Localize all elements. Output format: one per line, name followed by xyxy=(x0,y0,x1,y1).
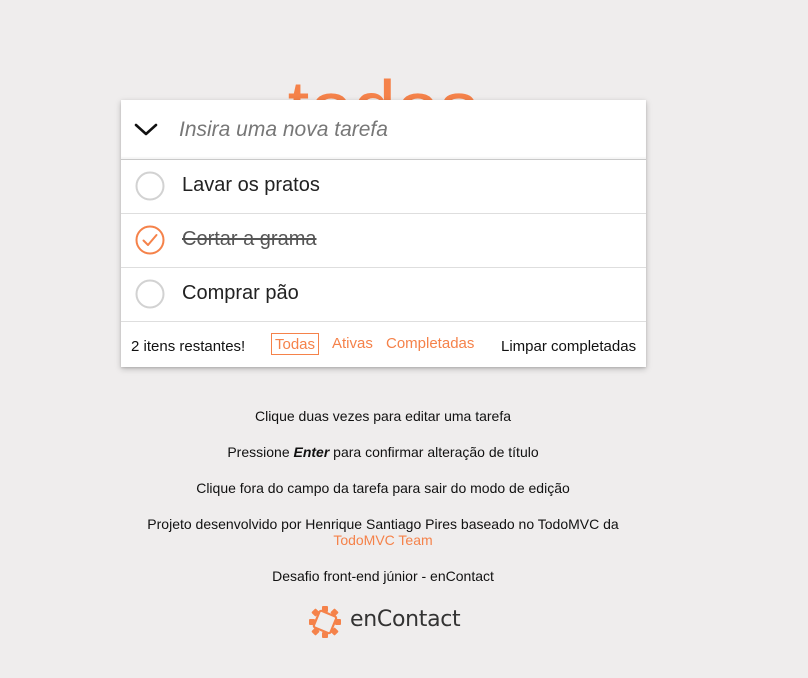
encontact-brand: enContact xyxy=(308,604,468,640)
filter-all[interactable]: Todas xyxy=(271,333,320,355)
clear-completed-button[interactable]: Limpar completadas xyxy=(501,338,636,355)
checkbox-checked-icon[interactable] xyxy=(135,225,165,255)
todo-label: Lavar os pratos xyxy=(182,174,320,196)
todo-footer: 2 itens restantes! Todas Ativas Completa… xyxy=(121,322,646,367)
brand-name: enContact xyxy=(350,607,461,632)
todo-card: Lavar os pratos Cortar a grama Comprar p… xyxy=(121,100,646,367)
new-todo-input[interactable] xyxy=(177,113,631,147)
filter-active[interactable]: Ativas xyxy=(329,333,376,355)
info-enter-key: Enter xyxy=(293,444,330,460)
encontact-logo-icon xyxy=(309,606,341,638)
info-credits: Projeto desenvolvido por Henrique Santia… xyxy=(147,516,619,532)
todo-item[interactable]: Comprar pão xyxy=(121,268,646,322)
new-todo-row xyxy=(121,100,646,160)
todo-item[interactable]: Cortar a grama xyxy=(121,214,646,268)
checkbox-unchecked-icon[interactable] xyxy=(135,171,165,201)
checkbox-unchecked-icon[interactable] xyxy=(135,279,165,309)
chevron-down-icon[interactable] xyxy=(133,118,159,140)
todo-item[interactable]: Lavar os pratos xyxy=(121,160,646,214)
filter-completed[interactable]: Completadas xyxy=(383,333,477,355)
info-enter-hint: Pressione Enter para confirmar alteração… xyxy=(0,444,766,461)
todomvc-team-link[interactable]: TodoMVC Team xyxy=(333,532,432,548)
todo-label: Comprar pão xyxy=(182,282,299,304)
todo-label: Cortar a grama xyxy=(182,228,317,250)
items-left-count: 2 itens restantes! xyxy=(131,338,246,355)
info-enter-post: para confirmar alteração de título xyxy=(329,444,539,460)
info-edit-hint: Clique duas vezes para editar uma tarefa xyxy=(254,408,512,424)
info-enter-pre: Pressione xyxy=(227,444,294,460)
info-exit-hint: Clique fora do campo da tarefa para sair… xyxy=(196,480,570,496)
info-credits-link-row: TodoMVC Team xyxy=(0,532,766,549)
info-challenge: Desafio front-end júnior - enContact xyxy=(272,568,494,584)
